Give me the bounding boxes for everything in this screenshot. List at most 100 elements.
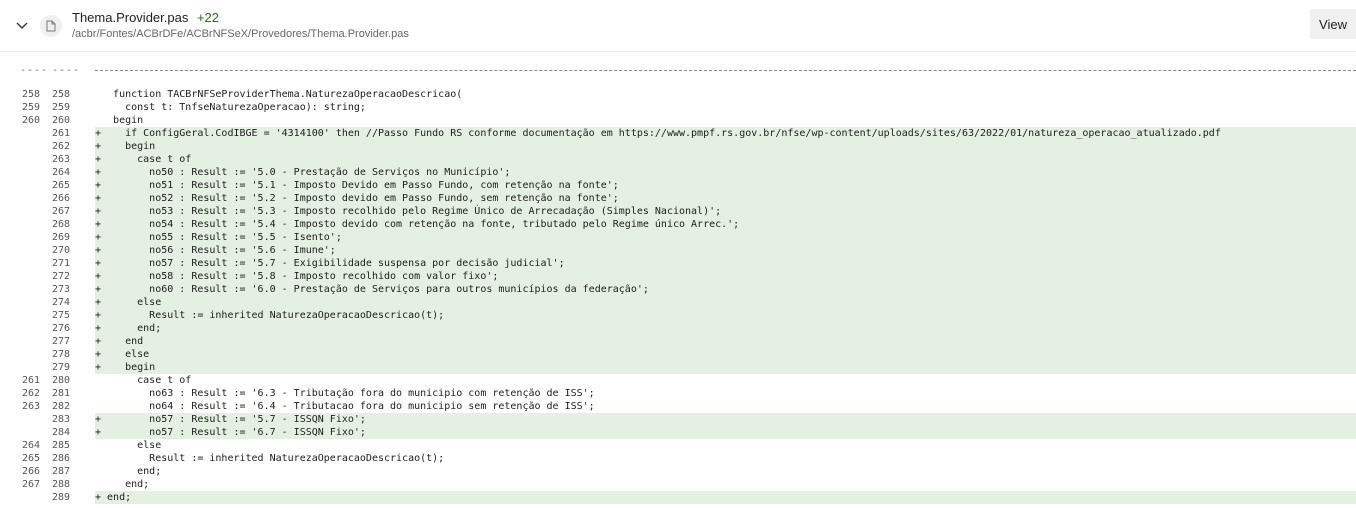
- new-line-number: 267: [51, 206, 70, 217]
- code-text: + no57 : Result := '5.7 - Exigibilidade …: [95, 257, 1356, 270]
- diff-line-context: 263 282 no64 : Result := '6.4 - Tributaca…: [0, 400, 1356, 413]
- new-line-number: 263: [51, 154, 70, 165]
- code-text: + if ConfigGeral.CodIBGE = '4314100' the…: [95, 127, 1356, 140]
- code-text: + end;: [95, 322, 1356, 335]
- diff-line-added: 279 + begin: [0, 361, 1356, 374]
- file-name[interactable]: Thema.Provider.pas: [72, 10, 188, 25]
- diff-line-added: 274 + else: [0, 296, 1356, 309]
- old-line-number: 265: [21, 453, 40, 464]
- new-line-number: 280: [51, 375, 70, 386]
- added-lines-count: +22: [196, 10, 220, 25]
- new-line-number: 278: [51, 349, 70, 360]
- code-text: + no54 : Result := '5.4 - Imposto devido…: [95, 218, 1356, 231]
- diff-line-added: 267 + no53 : Result := '5.3 - Imposto rec…: [0, 205, 1356, 218]
- new-line-number: 268: [51, 219, 70, 230]
- new-line-number: 277: [51, 336, 70, 347]
- code-text: const t: TnfseNaturezaOperacao): string;: [95, 102, 366, 113]
- diff-separator: ---- ----: [0, 64, 1356, 77]
- old-line-number: 267: [21, 479, 40, 490]
- code-text: + no58 : Result := '5.8 - Imposto recolh…: [95, 270, 1356, 283]
- old-line-number: 263: [21, 401, 40, 412]
- file-icon: [40, 15, 62, 37]
- code-text: + begin: [95, 361, 1356, 374]
- new-line-number: 281: [51, 388, 70, 399]
- code-text: + no53 : Result := '5.3 - Imposto recolh…: [95, 205, 1356, 218]
- diff-line-added: 265 + no51 : Result := '5.1 - Imposto Dev…: [0, 179, 1356, 192]
- new-line-number: 289: [51, 492, 70, 503]
- old-line-number: 259: [21, 102, 40, 113]
- new-line-number: 265: [51, 180, 70, 191]
- diff-line-added: 271 + no57 : Result := '5.7 - Exigibilida…: [0, 257, 1356, 270]
- view-button[interactable]: View: [1310, 9, 1356, 39]
- new-line-number: 258: [51, 89, 70, 100]
- diff-line-added: 275 + Result := inherited NaturezaOperaca…: [0, 309, 1356, 322]
- old-line-number: 264: [21, 440, 40, 451]
- code-text: no64 : Result := '6.4 - Tributacao fora …: [95, 401, 595, 412]
- code-text: else: [95, 440, 162, 451]
- diff-line-context: 261 280 case t of: [0, 374, 1356, 387]
- diff-line-context: 260 260 begin: [0, 114, 1356, 127]
- new-line-number: 272: [51, 271, 70, 282]
- code-text: end;: [95, 466, 162, 477]
- new-line-number: 279: [51, 362, 70, 373]
- new-line-number: 270: [51, 245, 70, 256]
- new-line-number: 264: [51, 167, 70, 178]
- code-text: + no52 : Result := '5.2 - Imposto devido…: [95, 192, 1356, 205]
- diff-line-context: 259 259 const t: TnfseNaturezaOperacao): …: [0, 101, 1356, 114]
- diff-line-added: 289 + end;: [0, 491, 1356, 504]
- code-text: + no56 : Result := '5.6 - Imune';: [95, 244, 1356, 257]
- diff-line-added: 283 + no57 : Result := '5.7 - ISSQN Fixo'…: [0, 413, 1356, 426]
- code-text: + else: [95, 348, 1356, 361]
- code-text: + end: [95, 335, 1356, 348]
- diff-line-context: 266 287 end;: [0, 465, 1356, 478]
- code-text: end;: [95, 479, 150, 490]
- code-text: + no57 : Result := '6.7 - ISSQN Fixo';: [95, 426, 1356, 439]
- diff-line-added: 263 + case t of: [0, 153, 1356, 166]
- diff-lines: 258 258 function TACBrNFSeProviderThema.N…: [0, 88, 1356, 504]
- code-text: + no51 : Result := '5.1 - Imposto Devido…: [95, 179, 1356, 192]
- diff-line-added: 277 + end: [0, 335, 1356, 348]
- old-line-number: 260: [21, 115, 40, 126]
- diff-line-context: 258 258 function TACBrNFSeProviderThema.N…: [0, 88, 1356, 101]
- diff-line-added: 272 + no58 : Result := '5.8 - Imposto rec…: [0, 270, 1356, 283]
- code-text: + Result := inherited NaturezaOperacaoDe…: [95, 309, 1356, 322]
- code-text: function TACBrNFSeProviderThema.Natureza…: [95, 89, 463, 100]
- new-line-number: 284: [51, 427, 70, 438]
- new-line-number: 259: [51, 102, 70, 113]
- new-line-number: 271: [51, 258, 70, 269]
- diff-line-context: 267 288 end;: [0, 478, 1356, 491]
- new-line-number: 282: [51, 401, 70, 412]
- new-line-number: 286: [51, 453, 70, 464]
- diff-line-added: 269 + no55 : Result := '5.5 - Isento';: [0, 231, 1356, 244]
- code-text: + no50 : Result := '5.0 - Prestação de S…: [95, 166, 1356, 179]
- diff-line-added: 273 + no60 : Result := '6.0 - Prestação d…: [0, 283, 1356, 296]
- chevron-down-icon[interactable]: [14, 17, 30, 33]
- diff-line-added: 264 + no50 : Result := '5.0 - Prestação d…: [0, 166, 1356, 179]
- code-text: Result := inherited NaturezaOperacaoDesc…: [95, 453, 445, 464]
- new-line-number: 261: [51, 128, 70, 139]
- file-path: /acbr/Fontes/ACBrDFe/ACBrNFSeX/Provedore…: [72, 28, 409, 40]
- code-text: + else: [95, 296, 1356, 309]
- new-line-number: 275: [51, 310, 70, 321]
- dashed-divider: [95, 70, 1356, 71]
- code-text: + no55 : Result := '5.5 - Isento';: [95, 231, 1356, 244]
- diff-line-added: 266 + no52 : Result := '5.2 - Imposto dev…: [0, 192, 1356, 205]
- new-line-number: 266: [51, 193, 70, 204]
- code-text: no63 : Result := '6.3 - Tributação fora …: [95, 388, 595, 399]
- new-line-number: 260: [51, 115, 70, 126]
- diff-view: ---- ---- 258 258 function TACBrNFSeProvi…: [0, 64, 1356, 504]
- code-text: + no57 : Result := '5.7 - ISSQN Fixo';: [95, 413, 1356, 426]
- new-line-number: 276: [51, 323, 70, 334]
- new-line-number: 283: [51, 414, 70, 425]
- new-separator: ----: [52, 65, 81, 76]
- diff-line-added: 268 + no54 : Result := '5.4 - Imposto dev…: [0, 218, 1356, 231]
- code-text: + end;: [95, 491, 1356, 504]
- new-line-number: 262: [51, 141, 70, 152]
- diff-line-context: 265 286 Result := inherited NaturezaOpera…: [0, 452, 1356, 465]
- file-title-row: Thema.Provider.pas +22: [72, 10, 219, 25]
- diff-line-added: 262 + begin: [0, 140, 1356, 153]
- diff-line-added: 261 + if ConfigGeral.CodIBGE = '4314100' …: [0, 127, 1356, 140]
- diff-line-added: 284 + no57 : Result := '6.7 - ISSQN Fixo'…: [0, 426, 1356, 439]
- old-line-number: 261: [21, 375, 40, 386]
- old-line-number: 266: [21, 466, 40, 477]
